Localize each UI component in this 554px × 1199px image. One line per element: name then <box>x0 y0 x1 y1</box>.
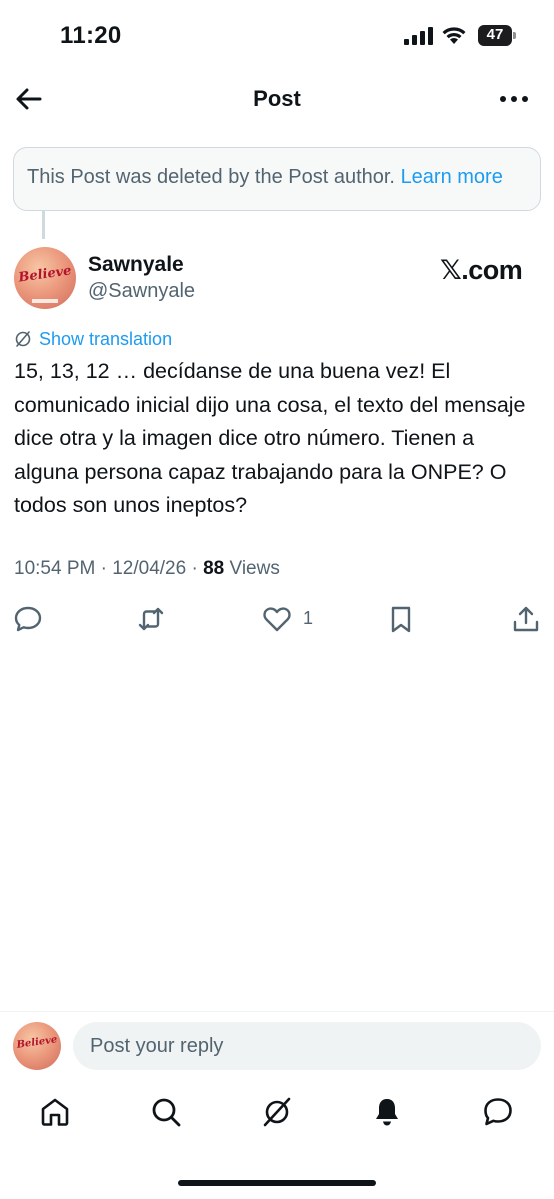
thread-connector-line <box>42 211 45 239</box>
home-indicator[interactable] <box>178 1180 376 1186</box>
page-title: Post <box>253 86 301 111</box>
deleted-notice-text: This Post was deleted by the Post author… <box>27 166 503 189</box>
author-name[interactable]: Sawnyale <box>88 253 184 277</box>
bookmark-icon[interactable] <box>386 604 416 634</box>
wifi-icon <box>442 27 466 44</box>
messages-icon[interactable] <box>481 1095 515 1129</box>
like-icon[interactable] <box>262 604 292 634</box>
x-watermark: 𝕏.com <box>440 255 523 285</box>
post-text: 15, 13, 12 … decídanse de una buena vez!… <box>14 359 526 517</box>
user-avatar-lettering: Believe <box>15 1034 59 1051</box>
cellular-signal-icon <box>404 27 433 45</box>
battery-level: 47 <box>486 26 504 43</box>
like-count: 1 <box>303 608 314 628</box>
reply-input[interactable]: Post your reply <box>73 1022 541 1070</box>
reply-divider <box>0 1011 554 1012</box>
battery-cap <box>513 32 516 39</box>
author-handle[interactable]: @Sawnyale <box>88 280 195 303</box>
reply-placeholder: Post your reply <box>90 1035 224 1057</box>
post-date: 12/04/26 <box>112 558 187 579</box>
learn-more-link[interactable]: Learn more <box>401 166 503 188</box>
grok-icon[interactable] <box>260 1095 294 1129</box>
reply-icon[interactable] <box>13 604 43 634</box>
post-meta: 10:54 PM · 12/04/26 · 88 Views <box>14 558 280 579</box>
search-icon[interactable] <box>149 1095 183 1129</box>
more-horizontal-icon[interactable] <box>496 82 532 116</box>
user-avatar[interactable]: Believe <box>13 1022 61 1070</box>
home-icon[interactable] <box>38 1095 72 1129</box>
post-actions: 1 <box>0 600 554 640</box>
post-time: 10:54 PM <box>14 558 96 579</box>
notifications-icon[interactable] <box>370 1095 404 1129</box>
deleted-notice-message: This Post was deleted by the Post author… <box>27 166 395 188</box>
show-translation-label: Show translation <box>39 329 173 349</box>
repost-icon[interactable] <box>136 604 166 634</box>
battery-indicator: 47 <box>478 25 516 46</box>
avatar-detail <box>32 299 58 303</box>
bottom-tab-bar <box>0 1085 554 1145</box>
status-bar: 11:20 47 <box>0 0 554 70</box>
translate-icon <box>15 331 31 347</box>
author-avatar[interactable]: Believe <box>14 247 76 309</box>
deleted-post-notice: This Post was deleted by the Post author… <box>13 147 541 211</box>
views-count: 88 <box>203 558 225 579</box>
header: Post <box>0 70 554 130</box>
status-time: 11:20 <box>60 22 122 49</box>
share-icon[interactable] <box>511 604 541 634</box>
avatar-lettering: Believe <box>17 263 73 286</box>
views-label: Views <box>229 558 280 579</box>
